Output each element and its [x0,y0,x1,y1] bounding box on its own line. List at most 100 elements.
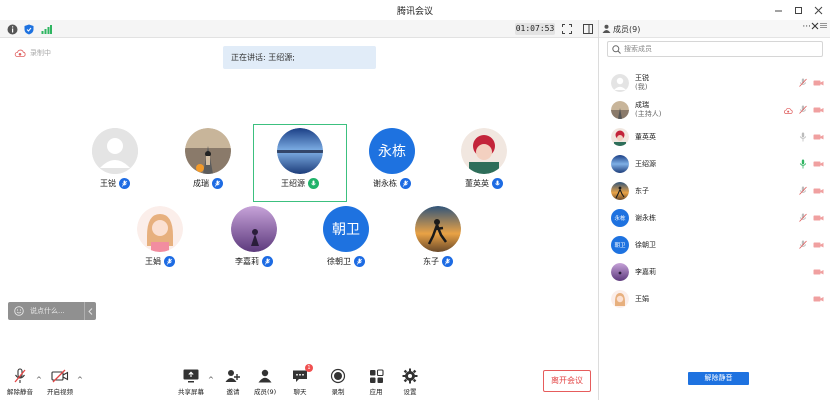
mic-muted-icon[interactable] [798,240,808,250]
member-avatar [611,74,629,92]
member-row[interactable]: 朝卫 徐朝卫 [599,232,830,258]
chat-label: 聊天 [293,388,307,396]
share-screen-button[interactable]: 共享屏幕 [178,368,204,396]
camera-off-icon[interactable] [813,294,824,304]
close-icon[interactable] [810,2,826,18]
member-row[interactable]: 王绍源 [599,151,830,177]
quick-chat-input[interactable]: 说点什么... [8,302,96,320]
mic-icon [119,178,130,189]
mic-off-icon [11,368,29,384]
invite-button[interactable]: 邀请 [224,368,242,396]
participant-tile[interactable]: 成瑞 [161,126,255,206]
meeting-toolbar: 解除静音 ^ 开启视频 ^ 共享屏幕 ^ 邀请 成员(9) 1 聊天 录制 应用… [0,362,598,400]
leave-meeting-button[interactable]: 离开会议 [543,370,591,392]
participant-name: 东子 [423,257,439,266]
member-row[interactable]: 王锐 (我) [599,70,830,96]
unmute-all-button[interactable]: 解除静音 [688,372,749,385]
member-row[interactable]: 成瑞 (主持人) [599,97,830,123]
panel-close-icon[interactable] [811,22,819,33]
mic-icon [212,178,223,189]
camera-off-icon[interactable] [813,78,824,88]
sidebar-toggle-icon[interactable] [582,23,594,35]
camera-off-icon[interactable] [813,267,824,277]
camera-off-icon[interactable] [813,105,824,115]
member-name: 李嘉莉 [635,267,656,276]
video-options-caret[interactable]: ^ [77,376,83,384]
mic-icon [400,178,411,189]
apps-button[interactable]: 应用 [367,368,385,396]
participant-tile[interactable]: 朝卫 徐朝卫 [299,204,393,284]
mic-options-caret[interactable]: ^ [36,376,42,384]
start-video-button[interactable]: 开启视频 [47,368,73,396]
info-icon[interactable] [6,23,18,35]
more-options-icon[interactable]: ··· [802,22,811,32]
record-button[interactable]: 录制 [329,368,347,396]
member-name: 王锐 [635,74,649,82]
recording-indicator: 录制中 [14,48,51,58]
minimize-icon[interactable] [770,2,786,18]
mic-icon[interactable] [798,132,808,142]
record-icon [329,368,347,384]
participant-tile[interactable]: 王锐 [68,126,162,206]
mic-muted-icon[interactable] [798,213,808,223]
mic-speaking-icon[interactable] [798,159,808,169]
participant-tile[interactable]: 李嘉莉 [207,204,301,284]
start-video-label: 开启视频 [47,388,73,396]
camera-off-icon[interactable] [813,213,824,223]
invite-label: 邀请 [226,388,240,396]
apps-label: 应用 [369,388,383,396]
members-panel-title: 成员(9) [613,25,641,34]
meeting-timer: 01:07:53 [515,23,555,35]
camera-off-icon [51,368,69,384]
camera-off-icon[interactable] [813,186,824,196]
member-name: 谢永栋 [635,213,656,222]
mic-muted-icon[interactable] [798,186,808,196]
member-row[interactable]: 王娟 [599,286,830,312]
members-icon [256,368,274,384]
member-search-input[interactable] [624,45,814,53]
maximize-icon[interactable] [790,2,806,18]
participant-tile[interactable]: 永栋 谢永栋 [345,126,439,206]
chat-button[interactable]: 1 聊天 [291,364,313,396]
mic-muted-icon[interactable] [798,78,808,88]
hamburger-menu-icon[interactable] [820,22,829,34]
status-strip: 01:07:53 [0,20,598,38]
camera-off-icon[interactable] [813,159,824,169]
member-name: 东子 [635,186,649,195]
unmute-button[interactable]: 解除静音 [7,368,33,396]
participant-tile[interactable]: 董英英 [437,126,531,206]
fullscreen-icon[interactable] [561,23,573,35]
mic-muted-icon[interactable] [798,105,808,115]
chevron-left-icon[interactable] [84,302,96,320]
member-row[interactable]: 李嘉莉 [599,259,830,285]
participant-name: 谢永栋 [373,179,397,188]
participant-tile-speaking[interactable]: 王绍源 [253,124,347,202]
member-row[interactable]: 东子 [599,178,830,204]
participant-tile[interactable]: 王娟 [113,204,207,284]
shield-icon[interactable] [23,23,35,35]
member-row[interactable]: 永栋 谢永栋 [599,205,830,231]
member-search[interactable] [607,41,823,57]
gear-icon [401,368,419,384]
mic-speaking-icon [308,178,319,189]
speaking-notice: 正在讲话: 王绍源; [223,46,376,69]
camera-off-icon[interactable] [813,132,824,142]
participant-name: 王绍源 [281,179,305,188]
member-row[interactable]: 董英英 [599,124,830,150]
share-options-caret[interactable]: ^ [208,376,214,384]
video-grid: 录制中 正在讲话: 王绍源; 王锐 成瑞 王绍源 永栋 谢永栋 董英英 王娟 李… [0,38,598,362]
invite-user-icon [224,368,242,384]
avatar: 永栋 [369,128,415,174]
emoji-icon[interactable] [12,304,26,318]
member-name: 董英英 [635,132,656,141]
avatar [231,206,277,252]
camera-off-icon[interactable] [813,240,824,250]
record-label: 录制 [331,388,345,396]
avatar [461,128,507,174]
settings-button[interactable]: 设置 [401,368,419,396]
members-button[interactable]: 成员(9) [254,368,276,396]
member-avatar [611,155,629,173]
participant-tile[interactable]: 东子 [391,204,485,284]
participant-name: 成瑞 [193,179,209,188]
signal-icon[interactable] [40,23,52,35]
